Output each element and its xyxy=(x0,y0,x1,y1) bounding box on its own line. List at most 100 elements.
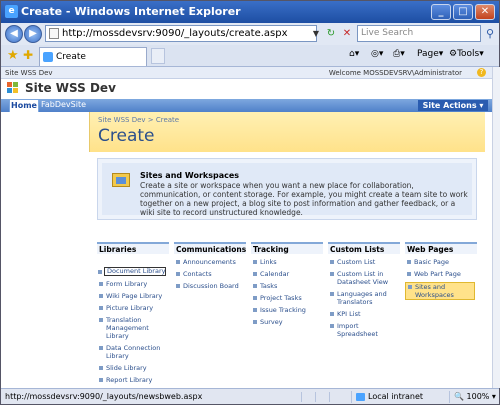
sharepoint-logo-icon xyxy=(7,82,21,94)
link-data-connection-library[interactable]: Data Connection Library xyxy=(97,344,169,360)
close-button[interactable]: ✕ xyxy=(475,4,495,20)
address-url: http://mossdevsrv:9090/_layouts/create.a… xyxy=(62,28,288,39)
maximize-button[interactable]: □ xyxy=(453,4,473,20)
tab-fabdevsite[interactable]: FabDevSite xyxy=(41,100,86,109)
link-issue-tracking[interactable]: Issue Tracking xyxy=(251,306,323,314)
link-custom-list-datasheet[interactable]: Custom List in Datasheet View xyxy=(328,270,400,286)
column-header: Libraries xyxy=(97,242,169,254)
status-cell-icon xyxy=(329,392,341,402)
description-panel: Sites and Workspaces Create a site or wo… xyxy=(102,163,472,217)
site-header: Site WSS Dev xyxy=(1,79,492,99)
status-cell-icon xyxy=(315,392,327,402)
go-icon[interactable]: ↻ xyxy=(323,26,339,41)
link-contacts[interactable]: Contacts xyxy=(174,270,246,278)
status-url: http://mossdevsrv:9090/_layouts/newsbweb… xyxy=(5,392,203,401)
search-icon[interactable]: ⚲ xyxy=(483,26,497,41)
tab-label: Create xyxy=(56,52,86,62)
description-box: Sites and Workspaces Create a site or wo… xyxy=(97,158,477,220)
column-header: Tracking xyxy=(251,242,323,254)
column-header: Web Pages xyxy=(405,242,477,254)
link-basic-page[interactable]: Basic Page xyxy=(405,258,477,266)
title-bar: e Create - Windows Internet Explorer _ □… xyxy=(1,1,499,23)
status-cell-icon xyxy=(301,392,313,402)
page-title-area: Site WSS Dev > Create Create xyxy=(89,112,485,152)
link-survey[interactable]: Survey xyxy=(251,318,323,326)
description-text: Create a site or workspace when you want… xyxy=(140,181,468,217)
print-icon[interactable]: ⎙▾ xyxy=(393,49,405,59)
link-document-library[interactable]: Document Library xyxy=(97,267,167,276)
tools-menu[interactable]: ⚙Tools▾ xyxy=(449,49,484,59)
new-tab-button[interactable] xyxy=(151,48,165,64)
forward-icon[interactable]: ▶ xyxy=(24,25,42,43)
tools-menu-label: Tools xyxy=(457,49,480,59)
site-title[interactable]: Site WSS Dev xyxy=(25,81,116,95)
breadcrumb[interactable]: Site WSS Dev > Create xyxy=(98,116,179,124)
minimize-button[interactable]: _ xyxy=(431,4,451,20)
browser-window: e Create - Windows Internet Explorer _ □… xyxy=(0,0,500,405)
zone-label: Local intranet xyxy=(368,392,424,401)
site-link[interactable]: Site WSS Dev xyxy=(5,69,53,77)
site-actions-label: Site Actions xyxy=(422,101,477,110)
link-import-spreadsheet[interactable]: Import Spreadsheet xyxy=(328,322,400,338)
link-discussion-board[interactable]: Discussion Board xyxy=(174,282,246,290)
column-web-pages: Web Pages Basic Page Web Part Page Sites… xyxy=(405,242,477,304)
search-placeholder: Live Search xyxy=(361,28,414,38)
link-custom-list[interactable]: Custom List xyxy=(328,258,400,266)
link-picture-library[interactable]: Picture Library xyxy=(97,304,169,312)
link-languages-translators[interactable]: Languages and Translators xyxy=(328,290,400,306)
status-bar: http://mossdevsrv:9090/_layouts/newsbweb… xyxy=(1,388,499,404)
create-content: Sites and Workspaces Create a site or wo… xyxy=(89,152,485,388)
security-zone: Local intranet xyxy=(351,391,441,403)
page-title: Create xyxy=(98,126,155,146)
tab-home[interactable]: Home xyxy=(9,99,39,112)
link-web-part-page[interactable]: Web Part Page xyxy=(405,270,477,278)
stop-icon[interactable]: ✕ xyxy=(339,26,355,41)
link-calendar[interactable]: Calendar xyxy=(251,270,323,278)
page-content: Site WSS Dev Welcome MOSSDEVSRV\Administ… xyxy=(1,67,492,388)
link-tasks[interactable]: Tasks xyxy=(251,282,323,290)
page-icon xyxy=(49,28,59,39)
back-icon[interactable]: ◀ xyxy=(5,25,23,43)
favorites-star-icon[interactable]: ★ xyxy=(7,48,19,63)
address-input[interactable]: http://mossdevsrv:9090/_layouts/create.a… xyxy=(45,25,317,42)
page-menu-label: Page xyxy=(417,49,439,59)
tab-create[interactable]: Create xyxy=(39,47,147,66)
vertical-scrollbar[interactable] xyxy=(492,67,500,388)
link-form-library[interactable]: Form Library xyxy=(97,280,169,288)
tab-page-icon xyxy=(43,52,53,62)
page-menu[interactable]: Page▾ xyxy=(417,49,443,59)
link-slide-library[interactable]: Slide Library xyxy=(97,364,169,372)
zoom-level: 100% xyxy=(466,392,490,401)
column-custom-lists: Custom Lists Custom List Custom List in … xyxy=(328,242,400,342)
link-translation-management-library[interactable]: Translation Management Library xyxy=(97,316,169,340)
address-dropdown-icon[interactable]: ▼ xyxy=(311,26,321,41)
help-icon[interactable]: ? xyxy=(477,68,486,77)
column-header: Custom Lists xyxy=(328,242,400,254)
feeds-icon[interactable]: ◎▾ xyxy=(371,49,383,59)
tab-bar: ★ ✚ Create ⌂▾ ◎▾ ⎙▾ Page▾ ⚙Tools▾ xyxy=(1,45,499,67)
column-header: Communications xyxy=(174,242,246,254)
window-title: Create - Windows Internet Explorer xyxy=(21,5,241,18)
home-icon[interactable]: ⌂▾ xyxy=(349,49,359,59)
welcome-menu[interactable]: Welcome MOSSDEVSRV\Administrator xyxy=(329,69,462,77)
sites-workspaces-icon xyxy=(112,173,130,187)
link-announcements[interactable]: Announcements xyxy=(174,258,246,266)
zoom-control[interactable]: 🔍 100% ▾ xyxy=(449,391,496,403)
search-input[interactable]: Live Search xyxy=(357,25,481,42)
site-actions-button[interactable]: Site Actions ▾ xyxy=(418,100,488,111)
description-title: Sites and Workspaces xyxy=(140,171,240,180)
link-report-library[interactable]: Report Library xyxy=(97,376,169,384)
column-communications: Communications Announcements Contacts Di… xyxy=(174,242,246,294)
link-links[interactable]: Links xyxy=(251,258,323,266)
link-wiki-page-library[interactable]: Wiki Page Library xyxy=(97,292,169,300)
top-link-bar: Home FabDevSite Site Actions ▾ xyxy=(1,99,492,112)
ie-icon: e xyxy=(5,5,18,18)
column-libraries: Libraries Document Library Form Library … xyxy=(97,242,169,388)
add-favorites-icon[interactable]: ✚ xyxy=(23,48,33,62)
link-kpi-list[interactable]: KPI List xyxy=(328,310,400,318)
link-project-tasks[interactable]: Project Tasks xyxy=(251,294,323,302)
global-nav: Site WSS Dev Welcome MOSSDEVSRV\Administ… xyxy=(1,67,492,79)
create-categories: Libraries Document Library Form Library … xyxy=(97,242,477,388)
address-toolbar: ◀ ▶ http://mossdevsrv:9090/_layouts/crea… xyxy=(1,23,499,45)
link-sites-and-workspaces[interactable]: Sites and Workspaces xyxy=(405,282,475,300)
